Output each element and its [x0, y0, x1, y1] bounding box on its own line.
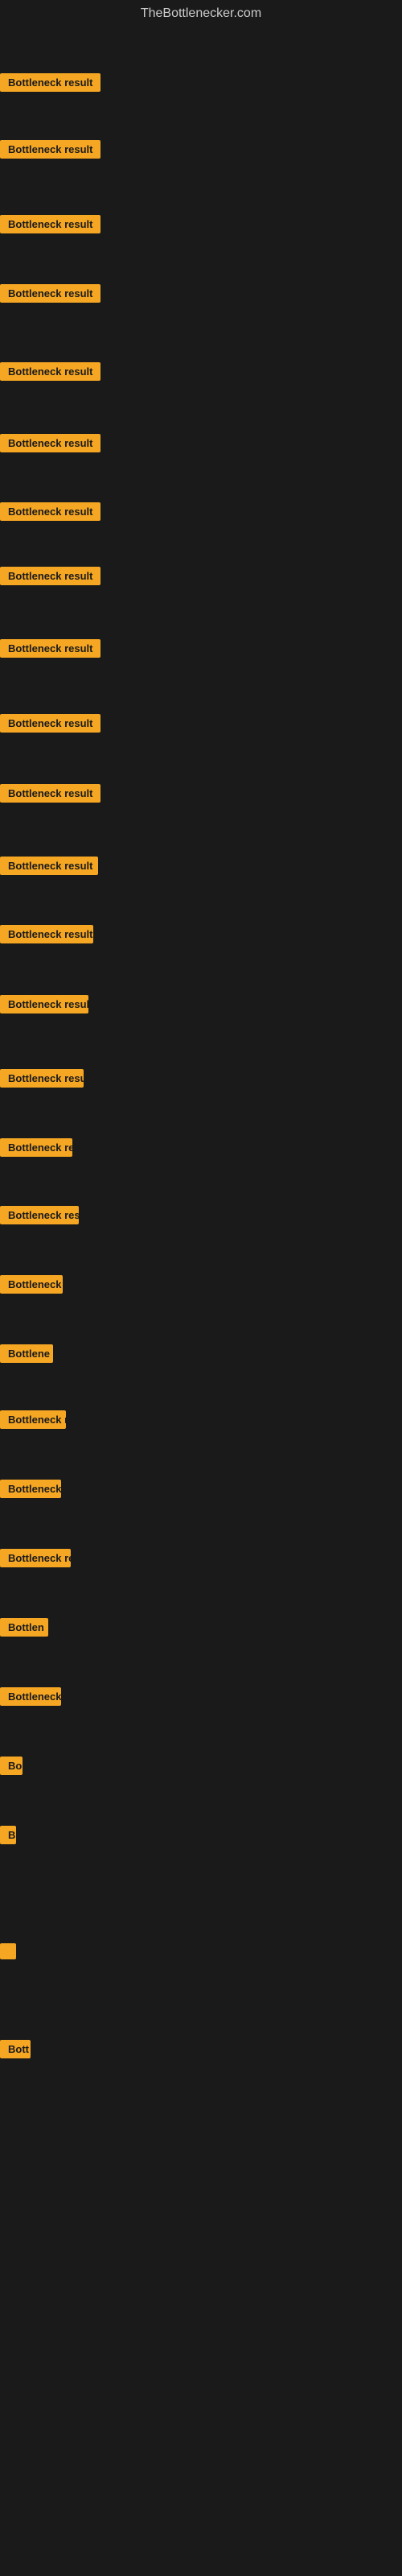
bottleneck-result-item: Bottleneck result: [0, 362, 100, 385]
bottleneck-result-item: Bo: [0, 1757, 23, 1779]
bottleneck-result-item: Bottleneck: [0, 1480, 61, 1502]
bottleneck-result-item: Bottleneck re: [0, 1549, 71, 1571]
bottleneck-badge-24: Bottleneck: [0, 1687, 61, 1706]
bottleneck-result-item: Bottleneck result: [0, 73, 100, 96]
bottleneck-result-item: Bottleneck result: [0, 925, 93, 947]
bottleneck-result-item: Bottleneck result: [0, 434, 100, 456]
bottleneck-badge-13: Bottleneck result: [0, 925, 93, 943]
bottleneck-badge-17: Bottleneck result: [0, 1206, 79, 1224]
bottleneck-badge-8: Bottleneck result: [0, 567, 100, 585]
bottleneck-badge-4: Bottleneck result: [0, 284, 100, 303]
bottleneck-badge-1: Bottleneck result: [0, 73, 100, 92]
bottleneck-result-item: Bottlene: [0, 1344, 53, 1367]
bottleneck-badge-22: Bottleneck re: [0, 1549, 71, 1567]
bottleneck-result-item: Bottleneck result: [0, 1206, 79, 1228]
bottleneck-badge-6: Bottleneck result: [0, 434, 100, 452]
bottleneck-badge-16: Bottleneck re: [0, 1138, 72, 1157]
bottleneck-badge-23: Bottlen: [0, 1618, 48, 1637]
bottleneck-badge-26: B: [0, 1826, 16, 1844]
bottleneck-result-item: Bottleneck r: [0, 1410, 66, 1433]
bottleneck-badge-27: [0, 1943, 16, 1959]
bottleneck-badge-10: Bottleneck result: [0, 714, 100, 733]
bottleneck-result-item: Bottleneck result: [0, 639, 100, 662]
bottleneck-result-item: Bottleneck result: [0, 284, 100, 307]
bottleneck-badge-21: Bottleneck: [0, 1480, 61, 1498]
bottleneck-result-item: Bottleneck result: [0, 567, 100, 589]
bottleneck-badge-7: Bottleneck result: [0, 502, 100, 521]
bottleneck-result-item: Bottleneck result: [0, 714, 100, 737]
bottleneck-result-item: Bottleneck: [0, 1687, 61, 1710]
bottleneck-badge-28: Bott: [0, 2040, 31, 2058]
bottleneck-badge-15: Bottleneck result: [0, 1069, 84, 1088]
bottleneck-badge-9: Bottleneck result: [0, 639, 100, 658]
bottleneck-badge-19: Bottlene: [0, 1344, 53, 1363]
bottleneck-badge-20: Bottleneck r: [0, 1410, 66, 1429]
bottleneck-result-item: Bottleneck result: [0, 995, 88, 1018]
bottleneck-result-item: Bottleneck: [0, 1275, 63, 1298]
bottleneck-result-item: Bottleneck result: [0, 140, 100, 163]
bottleneck-badge-14: Bottleneck result: [0, 995, 88, 1013]
bottleneck-badge-25: Bo: [0, 1757, 23, 1775]
site-title: TheBottlenecker.com: [0, 0, 402, 27]
bottleneck-badge-3: Bottleneck result: [0, 215, 100, 233]
bottleneck-result-item: Bottleneck result: [0, 215, 100, 237]
bottleneck-badge-11: Bottleneck result: [0, 784, 100, 803]
bottleneck-result-item: Bottlen: [0, 1618, 48, 1641]
bottleneck-result-item: Bottleneck result: [0, 784, 100, 807]
bottleneck-badge-5: Bottleneck result: [0, 362, 100, 381]
bottleneck-badge-12: Bottleneck result: [0, 857, 98, 875]
bottleneck-badge-2: Bottleneck result: [0, 140, 100, 159]
bottleneck-badge-18: Bottleneck: [0, 1275, 63, 1294]
bottleneck-result-item: [0, 1943, 16, 1963]
bottleneck-result-item: Bott: [0, 2040, 31, 2062]
bottleneck-result-item: Bottleneck result: [0, 502, 100, 525]
bottleneck-result-item: B: [0, 1826, 16, 1848]
bottleneck-result-item: Bottleneck result: [0, 857, 98, 879]
bottleneck-result-item: Bottleneck re: [0, 1138, 72, 1161]
bottleneck-result-item: Bottleneck result: [0, 1069, 84, 1092]
